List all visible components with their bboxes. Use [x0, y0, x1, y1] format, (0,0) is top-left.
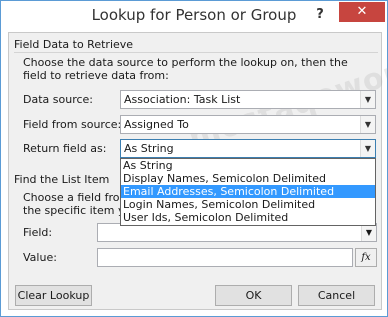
field-from-source-select[interactable]: Assigned To ▼: [120, 115, 376, 134]
chevron-down-icon[interactable]: ▼: [360, 91, 375, 108]
return-field-select[interactable]: As String ▼: [120, 139, 376, 158]
field-data-description: Choose the data source to perform the lo…: [23, 56, 348, 82]
data-source-value: Association: Task List: [124, 93, 241, 106]
chevron-down-icon[interactable]: ▼: [360, 140, 375, 157]
lookup-dialog: Lookup for Person or Group ? ✕ mostaqowo…: [0, 0, 388, 317]
chevron-down-icon[interactable]: ▼: [360, 116, 375, 133]
close-icon: ✕: [356, 4, 368, 19]
cancel-button[interactable]: Cancel: [298, 285, 375, 306]
clear-lookup-button[interactable]: Clear Lookup: [15, 285, 92, 306]
field-from-source-label: Field from source:: [23, 118, 122, 131]
dropdown-option[interactable]: As String: [121, 159, 375, 172]
value-label: Value:: [23, 251, 57, 264]
dropdown-option-selected[interactable]: Email Addresses, Semicolon Delimited: [121, 185, 375, 198]
fx-icon: fx: [361, 252, 371, 263]
help-button[interactable]: ?: [309, 5, 331, 25]
return-field-dropdown: As String Display Names, Semicolon Delim…: [120, 158, 376, 226]
value-input[interactable]: [97, 248, 353, 267]
dropdown-option[interactable]: Login Names, Semicolon Delimited: [121, 198, 375, 211]
section-divider: [14, 52, 378, 53]
title-bar: Lookup for Person or Group ? ✕: [1, 1, 387, 32]
formula-button[interactable]: fx: [355, 248, 377, 267]
data-source-select[interactable]: Association: Task List ▼: [120, 90, 376, 109]
dialog-body: mostaqoworx Field Data to Retrieve Choos…: [8, 32, 388, 310]
field-from-source-value: Assigned To: [124, 118, 189, 131]
find-list-item-section-title: Find the List Item: [14, 173, 110, 186]
data-source-label: Data source:: [23, 93, 93, 106]
dropdown-option[interactable]: Display Names, Semicolon Delimited: [121, 172, 375, 185]
close-button[interactable]: ✕: [339, 2, 385, 22]
field-label: Field:: [23, 226, 53, 239]
ok-button[interactable]: OK: [215, 285, 292, 306]
chevron-down-icon[interactable]: ▼: [361, 224, 376, 241]
return-field-value: As String: [124, 142, 174, 155]
field-data-section-title: Field Data to Retrieve: [14, 38, 134, 51]
return-field-label: Return field as:: [23, 142, 107, 155]
dropdown-option[interactable]: User Ids, Semicolon Delimited: [121, 211, 375, 224]
